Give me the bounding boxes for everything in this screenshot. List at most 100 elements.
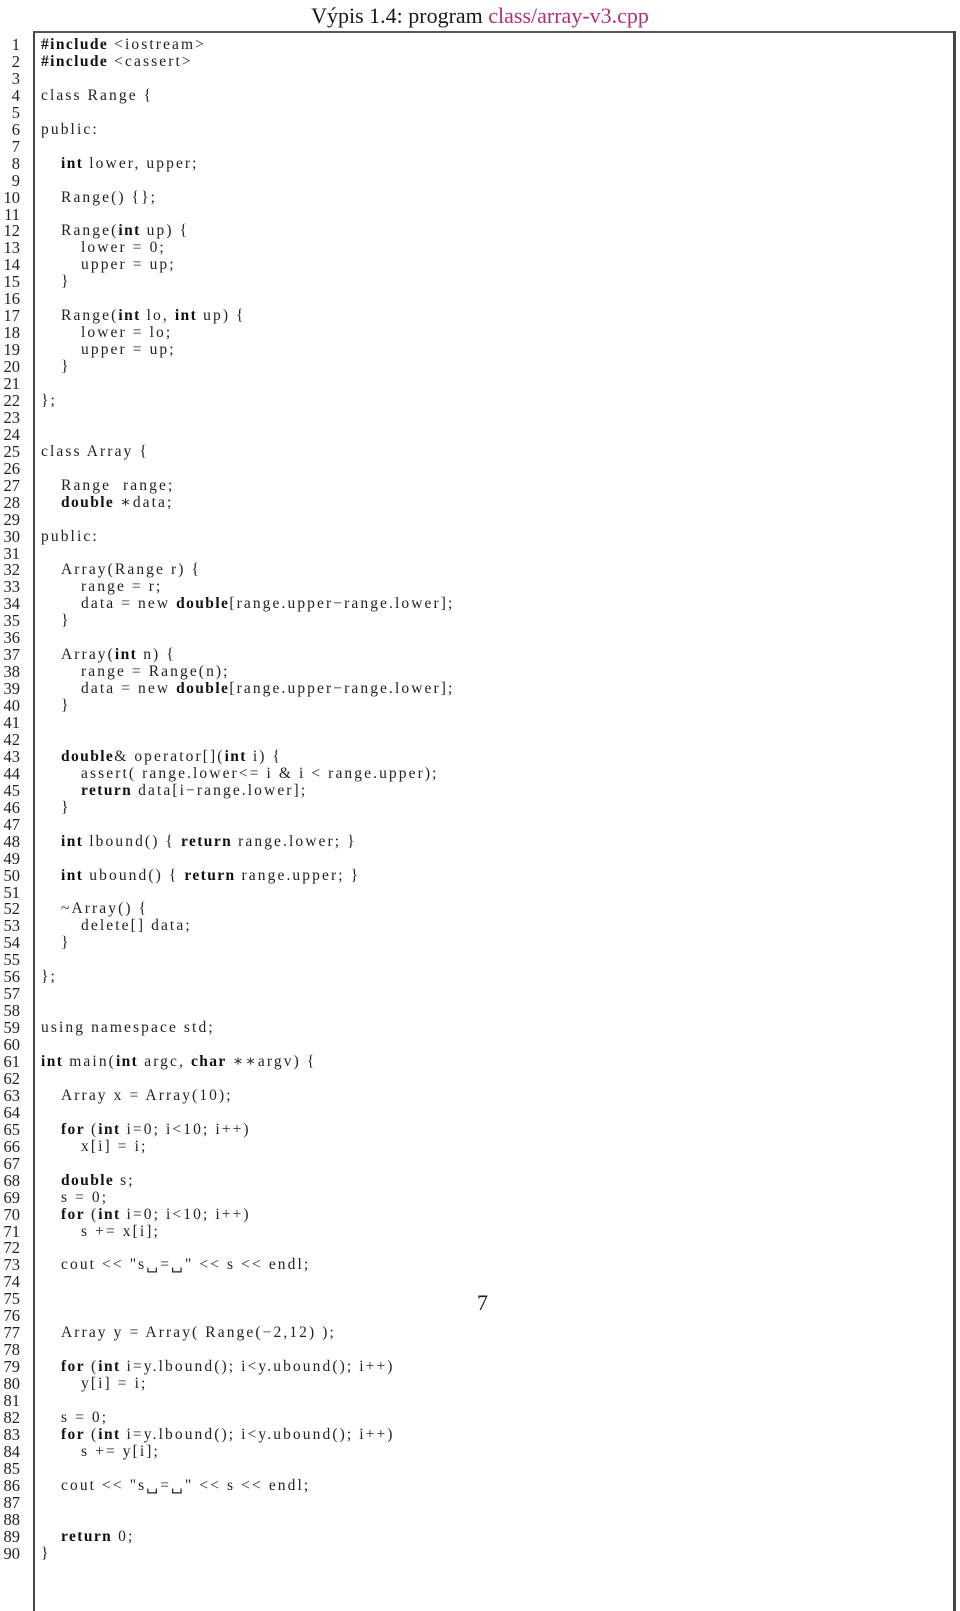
line-number: 17 xyxy=(3,306,21,326)
code-token: main( xyxy=(63,1053,116,1070)
line-number: 2 xyxy=(11,51,20,71)
code-token: i) { xyxy=(246,747,283,765)
line-number: 70 xyxy=(3,1204,21,1224)
code-line: 9 xyxy=(0,171,960,189)
line-number: 79 xyxy=(3,1357,21,1377)
code-token: argc, xyxy=(138,1053,191,1070)
code-token: range = Range(n); xyxy=(81,663,230,681)
code-line: 7 xyxy=(0,136,960,156)
line-number: 45 xyxy=(3,780,21,800)
code-token: Array x = Array(10); xyxy=(61,1086,233,1104)
line-number: 30 xyxy=(3,526,21,546)
code-text: y[i] = i; xyxy=(81,1375,147,1392)
code-token: public: xyxy=(41,120,99,138)
code-line: 63 Array x = Array(10); xyxy=(0,1086,960,1105)
code-line: 88 xyxy=(0,1509,960,1529)
code-text: Range(int lo, int up) { xyxy=(61,307,246,324)
keyword: return xyxy=(81,781,133,799)
code-line: 57 xyxy=(0,985,960,1003)
line-number: 19 xyxy=(3,340,21,360)
line-number: 85 xyxy=(3,1458,21,1478)
code-text: data = new double[range.upper−range.lowe… xyxy=(81,595,454,612)
line-number: 43 xyxy=(3,746,21,766)
line-number: 88 xyxy=(3,1509,21,1529)
code-text: range = Range(n); xyxy=(81,663,230,680)
line-number: 12 xyxy=(3,221,21,241)
code-line: 35} xyxy=(0,612,960,630)
code-text: for (int i=0; i<10; i++) xyxy=(61,1206,251,1223)
keyword: char xyxy=(190,1053,227,1070)
code-token: Range( xyxy=(61,307,119,325)
line-number: 49 xyxy=(3,848,21,868)
line-number: 59 xyxy=(3,1018,21,1038)
line-number: 72 xyxy=(3,1238,21,1258)
keyword: int xyxy=(224,747,247,765)
keyword: for xyxy=(61,1425,85,1443)
code-line: 43 double& operator[](int i) { xyxy=(0,746,960,766)
code-line: 56}; xyxy=(0,968,960,986)
code-line: 21 xyxy=(0,375,960,393)
line-number: 54 xyxy=(3,933,21,953)
code-line: 51 xyxy=(0,883,960,901)
line-number: 7 xyxy=(11,136,20,156)
code-token: ∗∗argv) { xyxy=(226,1053,317,1070)
line-number: 13 xyxy=(3,238,21,258)
code-token: ( xyxy=(85,1358,99,1376)
code-text: class Array { xyxy=(41,443,149,460)
keyword: return xyxy=(180,832,233,850)
code-text: } xyxy=(41,1545,51,1562)
code-text: cout << "s␣=␣" << s << endl; xyxy=(61,1256,310,1273)
code-text: lower = lo; xyxy=(81,324,172,341)
line-number: 42 xyxy=(3,729,21,749)
line-number: 44 xyxy=(3,763,21,783)
line-number: 68 xyxy=(3,1170,21,1190)
line-number: 78 xyxy=(3,1340,21,1360)
line-number: 74 xyxy=(3,1272,21,1292)
line-number: 65 xyxy=(3,1119,21,1139)
code-token: <cassert> xyxy=(108,52,193,70)
code-token: s += x[i]; xyxy=(81,1222,160,1240)
code-line: 72 xyxy=(0,1238,960,1258)
code-text: public: xyxy=(41,528,99,545)
code-line: 27 Range range; xyxy=(0,476,960,494)
code-token: ∗data; xyxy=(114,493,174,511)
code-line: 86 cout << "s␣=␣" << s << endl; xyxy=(0,1475,960,1495)
code-line: 25 class Array { xyxy=(0,442,960,460)
line-number: 66 xyxy=(3,1136,21,1156)
code-line: 62 xyxy=(0,1070,960,1088)
line-number: 86 xyxy=(3,1475,21,1495)
code-line: 84 s += y[i]; xyxy=(0,1443,960,1461)
code-line: 52 ~Array() { xyxy=(0,900,960,918)
code-line: 4 class Range { xyxy=(0,87,960,105)
code-token: ( xyxy=(85,1205,99,1223)
code-token: assert( range.lower<= i & i < range.uppe… xyxy=(81,764,439,782)
code-text: for (int i=y.lbound(); i<y.ubound(); i++… xyxy=(61,1358,395,1375)
line-number: 14 xyxy=(3,255,21,275)
code-line: 64 xyxy=(0,1102,960,1122)
code-token: data = new xyxy=(81,680,177,698)
code-text: assert( range.lower<= i & i < range.uppe… xyxy=(81,765,439,782)
code-line: 15} xyxy=(0,273,960,291)
code-line: 71 s += x[i]; xyxy=(0,1222,960,1240)
code-line: 65 for (int i=0; i<10; i++) xyxy=(0,1119,960,1139)
code-token: & operator[]( xyxy=(114,747,225,765)
code-line: 59 using namespace std; xyxy=(0,1018,960,1038)
code-text: s += x[i]; xyxy=(81,1223,160,1240)
keyword: int xyxy=(41,1053,64,1070)
line-number: 69 xyxy=(3,1187,21,1207)
keyword: for xyxy=(61,1120,85,1138)
code-line: 68 double s; xyxy=(0,1170,960,1190)
listing-caption: Výpis 1.4: program class/array-v3.cpp xyxy=(0,2,960,30)
code-line: 38 range = Range(n); xyxy=(0,663,960,681)
line-number: 64 xyxy=(3,1102,21,1122)
keyword: int xyxy=(98,1358,121,1376)
code-line: 85 xyxy=(0,1458,960,1478)
line-number: 31 xyxy=(3,543,21,563)
code-text: Array(Range r) { xyxy=(61,561,201,578)
page-number: 7 xyxy=(477,1290,488,1315)
code-token: }; xyxy=(41,391,57,409)
keyword: for xyxy=(61,1205,85,1223)
code-token: upper = up; xyxy=(81,341,176,359)
code-text: s = 0; xyxy=(61,1189,108,1206)
code-line: 90} xyxy=(0,1544,960,1562)
